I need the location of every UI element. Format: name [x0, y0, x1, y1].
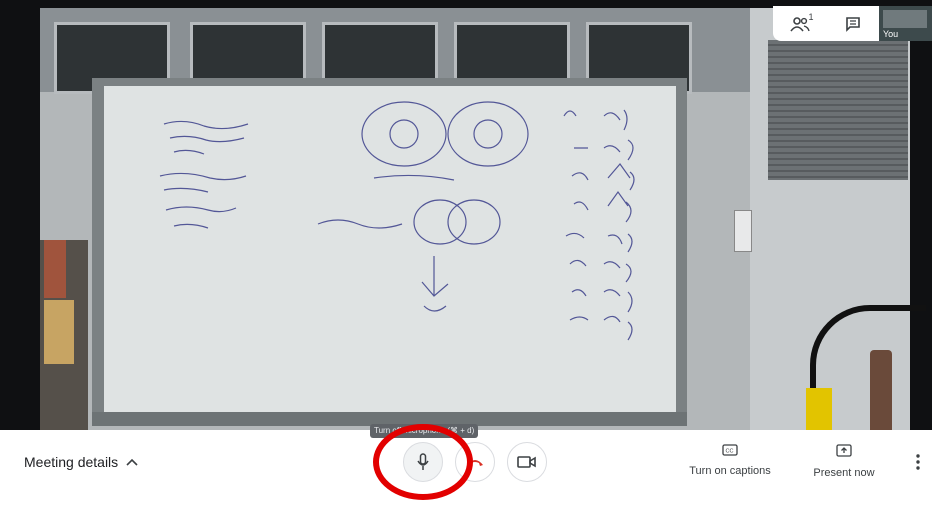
main-video-feed	[0, 0, 932, 430]
people-button[interactable]: 1	[782, 9, 818, 39]
whiteboard-scribbles	[159, 101, 635, 341]
shelf-box	[44, 240, 66, 298]
meeting-details-label: Meeting details	[24, 454, 119, 470]
chevron-up-icon	[126, 458, 138, 466]
window-blinds	[768, 40, 908, 180]
bottle	[870, 350, 892, 430]
present-now-button[interactable]: Present now	[808, 444, 880, 479]
meeting-details-button[interactable]: Meeting details	[24, 454, 138, 470]
self-video-tile[interactable]: You	[879, 6, 932, 41]
svg-text:CC: CC	[726, 449, 734, 455]
captions-button[interactable]: CC Turn on captions	[684, 444, 776, 477]
chat-icon	[845, 16, 860, 32]
people-icon	[789, 16, 810, 32]
top-right-panel: 1	[773, 6, 879, 41]
shelf-box	[44, 300, 74, 364]
hang-up-button[interactable]	[455, 442, 495, 482]
participants-count: 1	[808, 11, 814, 22]
microphone-icon	[417, 453, 429, 470]
captions-label: Turn on captions	[689, 465, 771, 477]
microphone-button[interactable]	[403, 442, 443, 482]
wall-switch	[734, 210, 752, 252]
hang-up-icon	[467, 460, 483, 466]
self-label: You	[883, 29, 899, 39]
self-video-feed	[883, 10, 927, 28]
microphone-tooltip: Turn off microphone (⌘ + d)	[370, 424, 478, 438]
chat-button[interactable]	[835, 9, 871, 39]
closed-captions-icon: CC	[722, 444, 738, 456]
present-now-label: Present now	[813, 467, 875, 479]
yellow-object	[806, 388, 832, 430]
more-options-button[interactable]	[908, 450, 928, 474]
more-vert-icon	[916, 454, 920, 470]
whiteboard	[104, 86, 676, 412]
videocam-icon	[517, 456, 536, 468]
present-screen-icon	[836, 444, 852, 457]
camera-button[interactable]	[507, 442, 547, 482]
